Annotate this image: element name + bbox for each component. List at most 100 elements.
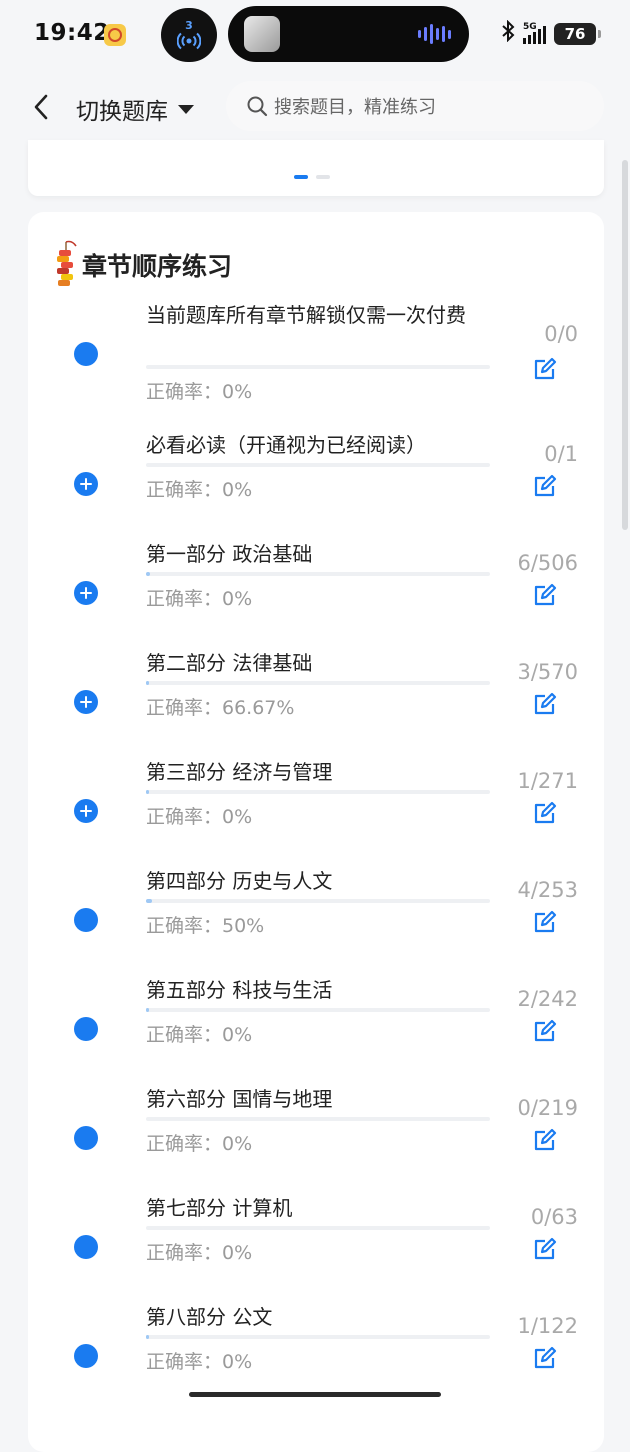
dynamic-island[interactable] — [228, 6, 469, 62]
chapter-row[interactable]: 第五部分 科技与生活 正确率：0% 2/242 — [28, 975, 604, 1084]
chapter-title: 必看必读（开通视为已经阅读） — [146, 433, 426, 457]
chapter-title: 第四部分 历史与人文 — [146, 869, 333, 893]
chapter-dot-icon — [74, 1126, 98, 1150]
chapter-title: 第六部分 国情与地理 — [146, 1087, 333, 1111]
chapter-row[interactable]: 第三部分 经济与管理 正确率：0% 1/271 — [28, 757, 604, 866]
chapter-dot-icon — [74, 1344, 98, 1368]
chapter-progress-bar — [146, 1008, 490, 1012]
chapter-progress-bar — [146, 1226, 490, 1230]
edit-practice-icon[interactable] — [532, 1345, 558, 1371]
edit-practice-icon[interactable] — [532, 909, 558, 935]
chapter-accuracy: 正确率：0% — [146, 479, 253, 501]
cast-number: 3 — [185, 19, 193, 32]
chapter-row[interactable]: 必看必读（开通视为已经阅读） 正确率：0% 0/1 — [28, 430, 604, 539]
edit-practice-icon[interactable] — [532, 582, 558, 608]
chapter-dot-icon — [74, 908, 98, 932]
edit-practice-icon[interactable] — [532, 473, 558, 499]
chapter-progress-fill — [146, 1008, 150, 1012]
back-button[interactable] — [26, 90, 56, 124]
chapter-accuracy: 正确率：0% — [146, 806, 253, 828]
chapter-dot-icon — [74, 342, 98, 366]
chapter-progress-bar — [146, 1117, 490, 1121]
chapter-count: 0/0 — [544, 322, 578, 346]
banner-card[interactable] — [28, 140, 604, 196]
chapter-accuracy: 正确率：0% — [146, 381, 253, 403]
music-wave-icon — [418, 24, 451, 44]
edit-practice-icon[interactable] — [532, 1127, 558, 1153]
chapter-progress-fill — [146, 572, 151, 576]
chapter-count: 6/506 — [517, 551, 578, 575]
edit-practice-icon[interactable] — [532, 1236, 558, 1262]
switch-bank-label: 切换题库 — [76, 99, 168, 125]
cast-icon — [177, 32, 201, 50]
chapter-row[interactable]: 第二部分 法律基础 正确率：66.67% 3/570 — [28, 648, 604, 757]
status-bar: 19:42 3 5G 76 — [0, 0, 630, 70]
chapter-accuracy: 正确率：66.67% — [146, 697, 295, 719]
chapter-accuracy: 正确率：50% — [146, 915, 265, 937]
status-time: 19:42 — [34, 20, 110, 46]
app-badge-icon — [104, 24, 126, 46]
edit-practice-icon[interactable] — [532, 1018, 558, 1044]
chapter-title: 第二部分 法律基础 — [146, 651, 313, 675]
chapter-dot-icon — [74, 1235, 98, 1259]
chapter-progress-fill — [146, 681, 150, 685]
chapter-row[interactable]: 当前题库所有章节解锁仅需一次付费 正确率：0% 0/0 — [28, 300, 604, 409]
chapter-row[interactable]: 第七部分 计算机 正确率：0% 0/63 — [28, 1193, 604, 1302]
expand-plus-icon[interactable] — [74, 690, 98, 714]
cast-indicator[interactable]: 3 — [161, 8, 217, 62]
caret-down-icon — [178, 104, 194, 114]
chapter-progress-bar — [146, 572, 490, 576]
media-thumbnail — [244, 16, 280, 52]
chapter-title: 第七部分 计算机 — [146, 1196, 293, 1220]
chapter-count: 2/242 — [517, 987, 578, 1011]
chapter-accuracy: 正确率：0% — [146, 1133, 253, 1155]
search-placeholder: 搜索题目，精准练习 — [274, 97, 436, 118]
chapter-progress-fill — [146, 1335, 150, 1339]
chapter-accuracy: 正确率：0% — [146, 1024, 253, 1046]
chevron-left-icon — [34, 94, 48, 120]
bluetooth-icon — [501, 19, 515, 47]
chapter-progress-fill — [146, 790, 150, 794]
carousel-dot-active — [294, 175, 308, 179]
chapter-title: 第八部分 公文 — [146, 1305, 273, 1329]
scrollbar[interactable] — [622, 160, 628, 530]
status-icons: 5G 76 — [501, 19, 601, 47]
chapter-row[interactable]: 第四部分 历史与人文 正确率：50% 4/253 — [28, 866, 604, 975]
chapter-count: 0/1 — [544, 442, 578, 466]
chapter-accuracy: 正确率：0% — [146, 1242, 253, 1264]
chapter-dot-icon — [74, 1017, 98, 1041]
chapter-title: 第三部分 经济与管理 — [146, 760, 333, 784]
carousel-indicator — [294, 175, 330, 179]
chapter-row[interactable]: 第六部分 国情与地理 正确率：0% 0/219 — [28, 1084, 604, 1193]
edit-practice-icon[interactable] — [532, 800, 558, 826]
chapter-count: 0/63 — [530, 1205, 578, 1229]
edit-practice-icon[interactable] — [532, 691, 558, 717]
firecracker-icon — [57, 240, 77, 286]
chapter-title: 第一部分 政治基础 — [146, 542, 313, 566]
home-indicator[interactable] — [189, 1392, 441, 1397]
carousel-dot — [316, 175, 330, 179]
switch-bank-dropdown[interactable]: 切换题库 — [76, 92, 194, 126]
expand-plus-icon[interactable] — [74, 799, 98, 823]
network-type: 5G — [523, 21, 537, 32]
edit-practice-icon[interactable] — [532, 356, 558, 382]
chapter-row[interactable]: 第一部分 政治基础 正确率：0% 6/506 — [28, 539, 604, 648]
expand-plus-icon[interactable] — [74, 472, 98, 496]
chapter-count: 3/570 — [517, 660, 578, 684]
chapter-progress-bar — [146, 790, 490, 794]
search-bar[interactable]: 搜索题目，精准练习 — [226, 81, 604, 131]
expand-plus-icon[interactable] — [74, 581, 98, 605]
battery-icon: 76 — [554, 22, 601, 45]
chapter-count: 1/271 — [517, 769, 578, 793]
signal-icon: 5G — [523, 21, 546, 44]
section-header: 章节顺序练习 — [54, 240, 232, 290]
chapter-title: 第五部分 科技与生活 — [146, 978, 333, 1002]
chapter-count: 1/122 — [517, 1314, 578, 1338]
chapter-count: 4/253 — [517, 878, 578, 902]
chapter-accuracy: 正确率：0% — [146, 1351, 253, 1373]
chapter-accuracy: 正确率：0% — [146, 588, 253, 610]
section-title: 章节顺序练习 — [82, 252, 233, 281]
chapter-progress-bar — [146, 463, 490, 467]
chapter-progress-bar — [146, 1335, 490, 1339]
chapter-count: 0/219 — [517, 1096, 578, 1120]
